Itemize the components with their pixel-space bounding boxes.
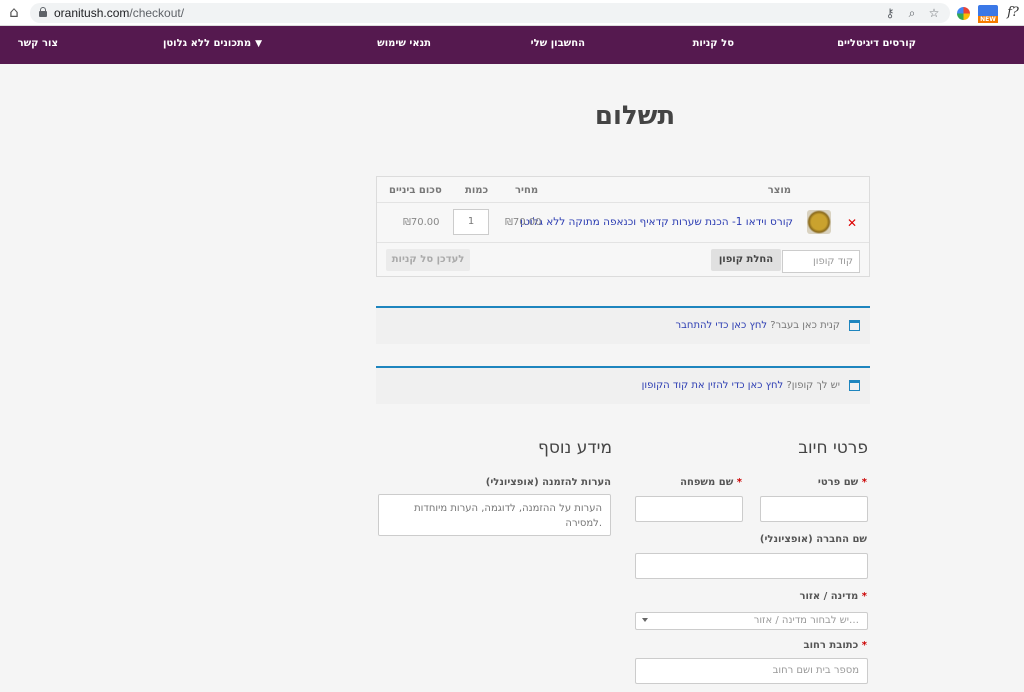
address-url: oranitush.com/checkout/ — [54, 6, 185, 20]
nav-item-digital-courses[interactable]: קורסים דיגיטליים — [837, 38, 916, 49]
chevron-down-icon — [642, 618, 648, 622]
lock-icon — [39, 7, 47, 17]
coupon-notice-text: יש לך קופון? — [786, 380, 840, 391]
zoom-icon[interactable]: ⌕ — [904, 5, 920, 21]
order-notes-label: הערות להזמנה (אופציונלי) — [485, 477, 611, 488]
window-icon — [849, 380, 860, 391]
cart-table: מוצר מחיר כמות סכום ביניים ✕ קורס וידאו … — [376, 176, 870, 277]
home-icon[interactable]: ⌂ — [6, 4, 22, 20]
login-notice: קנית כאן בעבר? לחץ כאן כדי להתחבר — [376, 306, 870, 344]
browser-toolbar: ⌂ oranitush.com/checkout/ ⚷ ⌕ ☆ NEW f? — [0, 0, 1024, 26]
nav-item-terms[interactable]: תנאי שימוש — [377, 38, 431, 49]
login-link[interactable]: לחץ כאן כדי להתחבר — [675, 320, 767, 331]
company-label: שם החברה (אופציונלי) — [759, 534, 867, 545]
login-notice-text: קנית כאן בעבר? — [770, 320, 840, 331]
table-row: ✕ קורס וידאו 1- הכנת שערות קדאיף וכנאפה … — [377, 203, 869, 243]
apply-coupon-button[interactable]: החלת קופון — [711, 249, 781, 271]
coupon-notice: יש לך קופון? לחץ כאן כדי להזין את קוד הק… — [376, 366, 870, 404]
header-price: מחיר — [515, 185, 539, 196]
header-subtotal: סכום ביניים — [389, 185, 442, 196]
color-extension-icon[interactable] — [957, 7, 970, 20]
product-name-link[interactable]: קורס וידאו 1- הכנת שערות קדאיף וכנאפה מת… — [520, 216, 793, 228]
nav-item-cart[interactable]: סל קניות — [693, 38, 734, 49]
remove-item-icon[interactable]: ✕ — [847, 216, 857, 230]
order-notes-textarea[interactable] — [378, 494, 611, 536]
new-extension-icon[interactable]: NEW — [978, 5, 998, 23]
address-bar[interactable]: oranitush.com/checkout/ ⚷ ⌕ ☆ — [30, 3, 950, 23]
window-icon — [849, 320, 860, 331]
first-name-field[interactable] — [760, 496, 868, 522]
country-select[interactable]: יש לבחור מדינה / אזור… — [635, 612, 868, 630]
last-name-field[interactable] — [635, 496, 743, 522]
enter-coupon-link[interactable]: לחץ כאן כדי להזין את קוד הקופון — [642, 380, 784, 391]
chevron-down-icon: ▼ — [255, 39, 262, 49]
first-name-label: שם פרטי * — [817, 477, 867, 488]
function-extension-icon[interactable]: f? — [1004, 5, 1022, 21]
nav-item-contact[interactable]: צור קשר — [18, 38, 58, 49]
street-address-field[interactable]: מספר בית ושם רחוב — [635, 658, 868, 684]
header-quantity: כמות — [465, 185, 489, 196]
star-icon[interactable]: ☆ — [926, 5, 942, 21]
page-title: תשלום — [594, 101, 676, 131]
company-field[interactable] — [635, 553, 868, 579]
product-thumbnail[interactable] — [807, 210, 831, 234]
key-icon[interactable]: ⚷ — [882, 5, 898, 21]
nav-item-gluten-free-recipes[interactable]: מתכונים ללא גלוטן ▼ — [163, 38, 262, 49]
billing-heading: פרטי חיוב — [798, 438, 868, 458]
product-price: ₪70.00 — [505, 217, 542, 228]
header-product: מוצר — [767, 185, 791, 196]
nav-item-my-account[interactable]: החשבון שלי — [531, 38, 585, 49]
cart-header-row: מוצר מחיר כמות סכום ביניים — [377, 177, 869, 203]
quantity-input[interactable]: 1 — [453, 209, 489, 235]
last-name-label: שם משפחה * — [680, 477, 742, 488]
country-label: מדינה / אזור * — [799, 591, 867, 602]
coupon-code-input[interactable]: קוד קופון — [782, 250, 860, 273]
product-subtotal: ₪70.00 — [403, 217, 440, 228]
update-cart-button[interactable]: לעדכן סל קניות — [386, 249, 470, 271]
country-select-value: יש לבחור מדינה / אזור… — [753, 615, 859, 626]
site-nav: קורסים דיגיטליים סל קניות החשבון שלי תנא… — [0, 26, 1024, 64]
street-label: כתובת רחוב * — [803, 640, 867, 651]
additional-info-heading: מידע נוסף — [537, 438, 612, 458]
